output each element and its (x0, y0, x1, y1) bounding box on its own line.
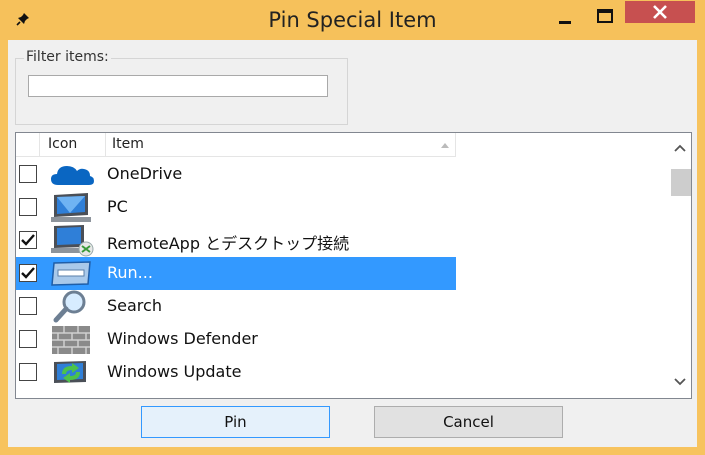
windows-update-icon (54, 361, 86, 383)
pin-button[interactable]: Pin (141, 406, 330, 438)
row-checkbox[interactable] (19, 297, 37, 315)
header-item-label: Item (112, 136, 144, 152)
header-checkbox-column[interactable] (16, 133, 40, 157)
magnifier-search-icon (53, 290, 86, 323)
minimize-button[interactable] (550, 4, 580, 28)
checkmark-icon (21, 267, 35, 279)
row-checkbox[interactable] (19, 363, 37, 381)
scroll-down-icon[interactable] (673, 375, 687, 389)
close-icon (653, 5, 667, 19)
row-label: PC (107, 197, 128, 216)
minimize-icon (559, 21, 571, 24)
row-checkbox[interactable] (19, 165, 37, 183)
cancel-button[interactable]: Cancel (374, 406, 563, 438)
row-label: OneDrive (107, 164, 183, 183)
dialog-body: Filter items: Icon Item OneDrive PC Remo… (8, 40, 697, 447)
list-item[interactable]: OneDrive (16, 158, 456, 191)
list-item[interactable]: PC (16, 191, 456, 224)
computer-monitor-icon (51, 193, 91, 222)
defender-wall-icon (52, 326, 90, 354)
close-button[interactable] (625, 1, 695, 23)
scroll-up-icon[interactable] (673, 141, 687, 155)
row-label: Windows Defender (107, 329, 258, 348)
filter-label: Filter items: (24, 49, 111, 65)
sort-ascending-icon (441, 143, 449, 148)
row-label: Run... (107, 263, 153, 282)
list-item-selected[interactable]: Run... (16, 257, 456, 290)
list-item[interactable]: Windows Update (16, 356, 456, 389)
row-checkbox[interactable] (19, 264, 37, 282)
list-item[interactable]: RemoteApp とデスクトップ接続 (16, 224, 456, 257)
run-dialog-icon (51, 261, 91, 286)
header-item-column[interactable]: Item (106, 133, 456, 157)
title-bar: Pin Special Item (0, 0, 705, 40)
row-checkbox[interactable] (19, 231, 37, 249)
remote-desktop-icon (51, 225, 94, 257)
row-label: Windows Update (107, 362, 242, 381)
list-item[interactable]: Search (16, 290, 456, 323)
row-checkbox[interactable] (19, 198, 37, 216)
onedrive-cloud-icon (51, 166, 94, 185)
list-item[interactable]: Windows Defender (16, 323, 456, 356)
maximize-icon (597, 9, 613, 23)
scrollbar-thumb[interactable] (671, 169, 691, 196)
row-label: Search (107, 296, 162, 315)
items-listview[interactable]: Icon Item OneDrive PC RemoteApp とデスクトップ接… (15, 132, 692, 399)
checkmark-icon (21, 234, 35, 246)
header-icon-column[interactable]: Icon (40, 133, 106, 157)
row-label: RemoteApp とデスクトップ接続 (107, 234, 350, 253)
row-checkbox[interactable] (19, 330, 37, 348)
filter-input[interactable] (28, 75, 328, 97)
vertical-scrollbar[interactable] (669, 133, 691, 396)
maximize-button[interactable] (590, 4, 620, 28)
